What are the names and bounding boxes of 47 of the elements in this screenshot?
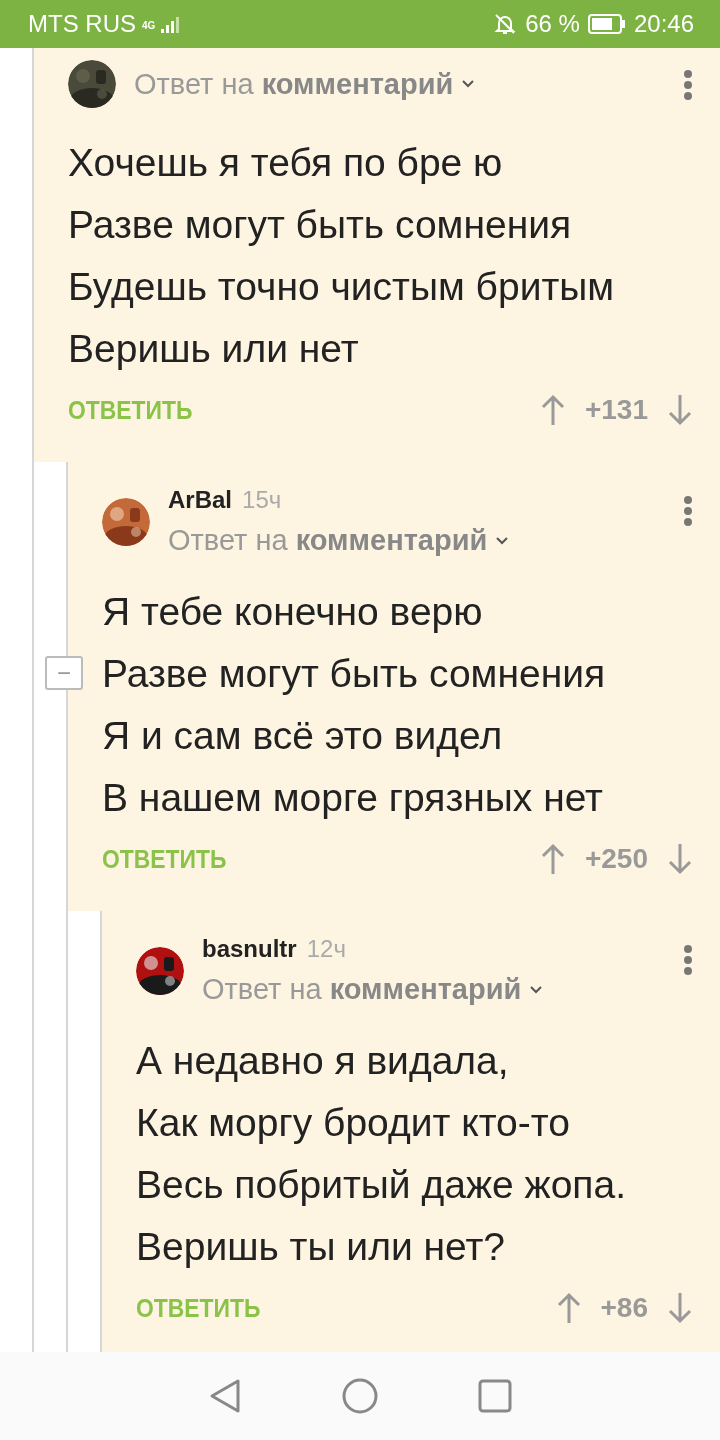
comment-line: Весь побритый даже жопа.	[136, 1162, 627, 1208]
comment-line: Веришь ты или нет?	[136, 1224, 506, 1270]
comment-line: Разве могут быть сомнения	[102, 651, 607, 697]
downvote-arrow-icon[interactable]	[668, 394, 692, 426]
downvote-arrow-icon[interactable]	[668, 1292, 692, 1324]
home-icon[interactable]	[342, 1378, 378, 1414]
upvote-arrow-icon[interactable]	[540, 843, 565, 875]
comment-age: 15ч	[242, 486, 282, 514]
reply-button[interactable]: ОТВЕТИТЬ	[102, 843, 489, 875]
upvote-arrow-icon[interactable]	[540, 394, 565, 426]
author-name[interactable]: basnultr	[202, 935, 297, 963]
comment-line: Хочешь я тебя по бре ю	[68, 140, 504, 186]
comment-age: 12ч	[306, 935, 346, 963]
battery-percent: 66 %	[525, 10, 580, 38]
reply-to-link[interactable]: Ответ на комментарий	[134, 67, 454, 101]
downvote-arrow-icon[interactable]	[668, 843, 692, 875]
comment-line: В нашем морге грязных нет	[102, 775, 604, 821]
reply-to-link[interactable]: Ответ на комментарий	[202, 973, 522, 1006]
rating-score: +250	[584, 843, 648, 875]
recent-apps-icon[interactable]	[478, 1379, 512, 1413]
chevron-down-icon[interactable]	[529, 984, 544, 995]
comment-line: Будешь точно чистым бритым	[68, 264, 616, 310]
back-icon[interactable]	[208, 1378, 242, 1414]
reply-to-link[interactable]: Ответ на комментарий	[168, 524, 488, 557]
upvote-arrow-icon[interactable]	[556, 1292, 581, 1324]
battery-icon	[587, 14, 626, 34]
comment-line: А недавно я видала,	[136, 1038, 510, 1084]
author-name[interactable]: ArBal	[168, 486, 233, 514]
rating-score: +86	[600, 1292, 648, 1324]
comment-line: Я тебе конечно верю	[102, 589, 484, 635]
more-options-icon[interactable]	[684, 496, 692, 526]
carrier-name: MTS RUS	[28, 10, 136, 38]
comment-line: Как моргу бродит кто-то	[136, 1100, 571, 1146]
network-type: 4G	[142, 20, 156, 31]
collapse-button[interactable]: −	[45, 656, 83, 690]
reply-button[interactable]: ОТВЕТИТЬ	[136, 1292, 507, 1324]
comment-line: Разве могут быть сомнения	[68, 202, 573, 248]
chevron-down-icon[interactable]	[495, 535, 510, 546]
more-options-icon[interactable]	[684, 945, 692, 975]
rating-score: +131	[584, 394, 648, 426]
muted-bell-icon	[493, 12, 518, 36]
chevron-down-icon[interactable]	[461, 79, 476, 89]
reply-button[interactable]: ОТВЕТИТЬ	[68, 394, 485, 426]
comment-line: Веришь или нет	[68, 326, 360, 372]
clock-time: 20:46	[633, 10, 694, 38]
more-options-icon[interactable]	[684, 70, 692, 100]
comment-line: Я и сам всё это видел	[102, 713, 504, 759]
